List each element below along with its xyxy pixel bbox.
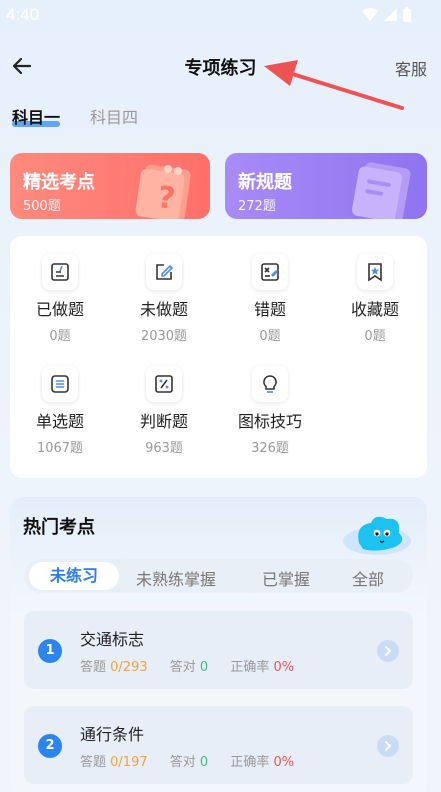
topic-row[interactable]: 1 交通标志 答题 0/293 答对 0 正确率 0% xyxy=(24,611,413,689)
signal-icon xyxy=(384,8,397,21)
grid-item-sign-tips[interactable]: 图标技巧 326题 xyxy=(220,366,320,456)
new-rules-card[interactable]: 新规题 272题 xyxy=(225,153,427,219)
rate-label: 正确率 xyxy=(230,660,270,675)
status-time: 4:40 xyxy=(6,5,40,24)
grid-label: 未做题 xyxy=(139,300,188,319)
grid-label: 已做题 xyxy=(35,300,84,319)
question-category-grid: 已做题 0题 未做题 2030题 错题 0题 收藏题 0题 单选题 1067题 … xyxy=(10,236,427,478)
topic-stats: 答题 0/293 答对 0 正确率 0% xyxy=(80,656,294,675)
question-book-icon: ? xyxy=(135,164,191,219)
topic-name: 交通标志 xyxy=(80,630,145,649)
grid-label: 图标技巧 xyxy=(237,412,302,431)
subject-tabs: 科目一 科目四 xyxy=(12,104,138,128)
answered-label: 答题 xyxy=(80,660,107,675)
grid-count: 1067题 xyxy=(36,441,84,456)
answered-value: 0/293 xyxy=(110,660,148,675)
grid-item-favorites[interactable]: 收藏题 0题 xyxy=(325,254,425,344)
grid-label: 单选题 xyxy=(35,412,84,431)
error-note-icon xyxy=(252,254,288,290)
card-title: 新规题 xyxy=(238,172,292,193)
chevron-right-icon[interactable] xyxy=(377,735,399,757)
featured-points-card[interactable]: 精选考点 500题 ? xyxy=(10,153,210,219)
correct-label: 答对 xyxy=(169,755,196,770)
grid-label: 判断题 xyxy=(139,412,188,431)
bookmark-star-icon xyxy=(357,254,393,290)
answered-value: 0/197 xyxy=(110,755,148,770)
grid-count: 0题 xyxy=(364,329,386,344)
rate-value: 0% xyxy=(273,660,295,675)
grid-item-true-false[interactable]: 判断题 963题 xyxy=(114,366,214,456)
tab-subject-one[interactable]: 科目一 xyxy=(12,104,61,128)
grid-count: 0题 xyxy=(259,329,281,344)
topic-number: 1 xyxy=(38,639,62,663)
status-bar: 4:40 xyxy=(0,0,441,32)
pencil-icon xyxy=(146,254,182,290)
answered-label: 答题 xyxy=(80,755,107,770)
card-title: 精选考点 xyxy=(23,172,95,193)
battery-icon xyxy=(403,7,411,22)
rate-value: 0% xyxy=(273,755,295,770)
grid-item-single-choice[interactable]: 单选题 1067题 xyxy=(10,366,110,456)
wifi-icon xyxy=(362,8,378,21)
grid-count: 0题 xyxy=(49,329,71,344)
filter-tab-mastered[interactable]: 已掌握 xyxy=(262,566,310,590)
list-icon xyxy=(42,366,78,402)
correct-value: 0 xyxy=(199,660,209,675)
topic-number: 2 xyxy=(38,734,62,758)
filter-tab-unpracticed[interactable]: 未练习 xyxy=(29,562,119,590)
correct-value: 0 xyxy=(199,755,209,770)
topic-name: 通行条件 xyxy=(80,725,145,744)
grid-item-undone[interactable]: 未做题 2030题 xyxy=(114,254,214,344)
edit-list-icon xyxy=(42,254,78,290)
grid-count: 963题 xyxy=(145,441,183,456)
correct-label: 答对 xyxy=(169,660,196,675)
grid-label: 收藏题 xyxy=(350,300,399,319)
filter-tab-all[interactable]: 全部 xyxy=(352,566,384,590)
filter-tab-not-mastered[interactable]: 未熟练掌握 xyxy=(136,566,216,590)
book-icon xyxy=(351,162,411,219)
bulb-icon xyxy=(252,366,288,402)
topic-stats: 答题 0/197 答对 0 正确率 0% xyxy=(80,751,294,770)
grid-count: 2030题 xyxy=(140,329,188,344)
tab-subject-four[interactable]: 科目四 xyxy=(90,104,138,128)
card-count: 500题 xyxy=(23,199,61,214)
percent-icon xyxy=(146,366,182,402)
grid-item-wrong[interactable]: 错题 0题 xyxy=(220,254,320,344)
hot-topics-section: 热门考点 未练习 未熟练掌握 已掌握 全部 1 交通标志 答题 0/293 答对… xyxy=(10,497,427,792)
grid-label: 错题 xyxy=(253,300,286,319)
mascot-icon xyxy=(343,516,411,555)
chevron-right-icon[interactable] xyxy=(377,640,399,662)
card-count: 272题 xyxy=(238,199,276,214)
grid-item-done[interactable]: 已做题 0题 xyxy=(10,254,110,344)
section-title: 热门考点 xyxy=(23,517,95,538)
filter-tabs: 未练习 未熟练掌握 已掌握 全部 xyxy=(24,559,413,593)
topic-row[interactable]: 2 通行条件 答题 0/197 答对 0 正确率 0% xyxy=(24,706,413,784)
status-icons xyxy=(362,7,411,22)
grid-count: 326题 xyxy=(251,441,289,456)
rate-label: 正确率 xyxy=(230,755,270,770)
annotation-arrow-icon xyxy=(264,60,404,110)
